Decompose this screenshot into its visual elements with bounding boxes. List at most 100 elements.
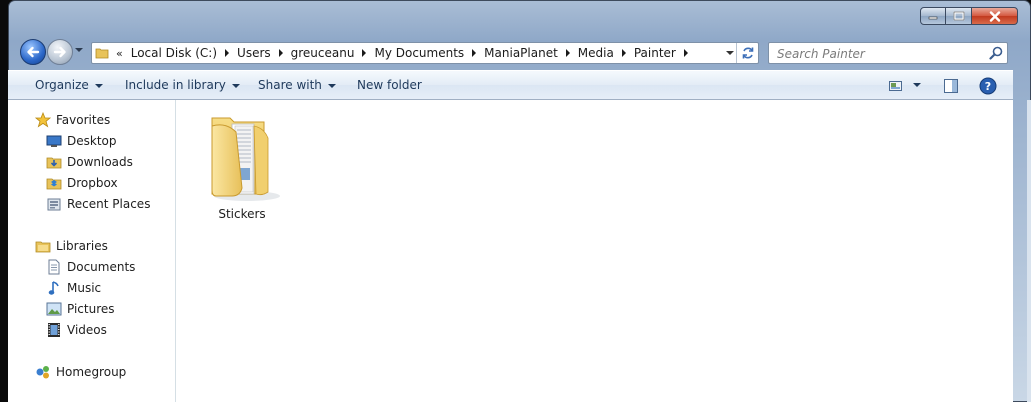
view-dropdown-arrow[interactable] <box>913 83 921 87</box>
sidebar-item-downloads[interactable]: Downloads <box>46 153 133 171</box>
change-view-button[interactable] <box>888 79 904 96</box>
chevron-down-icon <box>231 83 240 88</box>
sidebar-libraries[interactable]: Libraries <box>35 237 108 255</box>
command-bar: Organize Include in library Share with N… <box>8 70 1013 100</box>
breadcrumb-item[interactable]: Local Disk (C:) <box>127 43 233 63</box>
folder-item[interactable]: Stickers <box>194 108 290 221</box>
back-arrow-icon <box>27 46 40 58</box>
sidebar-item-label: Videos <box>67 323 107 337</box>
sidebar-item-label: Music <box>67 281 102 295</box>
sidebar-favorites-label: Favorites <box>56 113 111 127</box>
dropbox-icon <box>46 175 62 191</box>
back-button[interactable] <box>20 39 46 65</box>
minimize-button[interactable] <box>920 7 946 25</box>
refresh-button[interactable] <box>736 43 758 63</box>
documents-icon <box>46 259 62 275</box>
preview-pane-icon <box>944 79 958 93</box>
breadcrumb-arrow-icon[interactable] <box>362 49 367 57</box>
explorer-content: Favorites Desktop Downloads Dropbox Rece… <box>8 100 1013 402</box>
sidebar-item-documents[interactable]: Documents <box>46 258 135 276</box>
breadcrumb-label: My Documents <box>374 46 465 60</box>
new-folder-button[interactable]: New folder <box>357 78 422 92</box>
preview-pane-button[interactable] <box>943 78 959 97</box>
search-input[interactable] <box>775 45 979 63</box>
organize-label: Organize <box>35 78 89 92</box>
help-icon: ? <box>979 77 997 95</box>
breadcrumb-arrow-icon[interactable] <box>565 49 570 57</box>
sidebar-item-label: Documents <box>67 260 136 274</box>
close-icon <box>989 10 1000 22</box>
forward-button[interactable] <box>47 39 73 65</box>
new-folder-label: New folder <box>357 78 422 92</box>
breadcrumb-label: ManiaPlanet <box>484 46 558 60</box>
include-in-library-button[interactable]: Include in library <box>125 78 240 92</box>
address-history-dropdown[interactable] <box>726 51 734 55</box>
sidebar-item-dropbox[interactable]: Dropbox <box>46 174 118 192</box>
close-button[interactable] <box>972 7 1018 25</box>
breadcrumb-label: Painter <box>633 46 676 60</box>
sidebar-item-videos[interactable]: Videos <box>46 321 107 339</box>
breadcrumb-item[interactable]: My Documents <box>370 43 480 63</box>
sidebar-libraries-label: Libraries <box>56 239 108 253</box>
organize-button[interactable]: Organize <box>35 78 103 92</box>
sidebar-homegroup-label: Homegroup <box>56 365 127 379</box>
libraries-icon <box>35 238 51 254</box>
view-options-icon <box>889 81 902 91</box>
desktop-icon <box>46 133 62 149</box>
folder-icon <box>211 117 280 201</box>
breadcrumb-arrow-icon[interactable] <box>683 49 688 57</box>
chevron-down-icon <box>94 83 103 88</box>
sidebar-item-label: Recent Places <box>67 197 151 211</box>
file-list[interactable]: Stickers <box>176 100 1013 402</box>
folder-name: Stickers <box>218 207 266 221</box>
breadcrumb-label: greuceanu <box>290 46 355 60</box>
breadcrumb-arrow-icon[interactable] <box>472 49 477 57</box>
breadcrumb-item[interactable]: greuceanu <box>287 43 371 63</box>
downloads-folder-icon <box>46 154 62 170</box>
maximize-button[interactable] <box>946 7 972 25</box>
sidebar-item-label: Pictures <box>67 302 115 316</box>
maximize-icon <box>953 11 964 21</box>
breadcrumb-label: Users <box>237 46 271 60</box>
music-icon <box>46 280 62 296</box>
window-border-right <box>1027 100 1031 402</box>
breadcrumb-overflow[interactable]: « <box>116 47 123 60</box>
breadcrumb-arrow-icon[interactable] <box>278 49 283 57</box>
navigation-bar: « Local Disk (C:) Users greuceanu My Doc… <box>9 37 1030 67</box>
include-in-library-label: Include in library <box>125 78 226 92</box>
sidebar-favorites[interactable]: Favorites <box>35 111 110 129</box>
breadcrumb-arrow-icon[interactable] <box>621 49 626 57</box>
search-icon[interactable] <box>989 46 1003 60</box>
share-with-button[interactable]: Share with <box>258 78 336 92</box>
chevron-down-icon <box>327 83 336 88</box>
star-icon <box>35 112 51 128</box>
breadcrumb-arrow-icon[interactable] <box>225 49 230 57</box>
forward-arrow-icon <box>53 46 66 58</box>
back-forward-group <box>19 37 83 67</box>
sidebar-homegroup[interactable]: Homegroup <box>35 363 126 381</box>
recent-places-icon <box>46 196 62 212</box>
share-with-label: Share with <box>258 78 322 92</box>
recent-pages-dropdown[interactable] <box>75 48 83 52</box>
breadcrumb-item[interactable]: Media <box>574 43 630 63</box>
homegroup-icon <box>35 364 51 380</box>
sidebar-item-recent-places[interactable]: Recent Places <box>46 195 150 213</box>
folder-icon <box>95 48 109 59</box>
address-bar[interactable]: « Local Disk (C:) Users greuceanu My Doc… <box>91 42 759 64</box>
navigation-pane[interactable]: Favorites Desktop Downloads Dropbox Rece… <box>8 100 176 402</box>
breadcrumb-item[interactable]: ManiaPlanet <box>480 43 574 63</box>
refresh-icon <box>742 47 753 59</box>
minimize-icon <box>928 16 938 20</box>
sidebar-item-pictures[interactable]: Pictures <box>46 300 115 318</box>
breadcrumb-item[interactable]: Users <box>233 43 287 63</box>
breadcrumb-label: Local Disk (C:) <box>130 46 218 60</box>
videos-icon <box>46 322 62 338</box>
sidebar-item-label: Desktop <box>67 134 117 148</box>
breadcrumb-item[interactable]: Painter <box>630 43 692 63</box>
help-button[interactable]: ? <box>979 77 997 98</box>
breadcrumb-label: Media <box>577 46 614 60</box>
search-box[interactable] <box>768 42 1008 64</box>
pictures-icon <box>46 301 62 317</box>
sidebar-item-desktop[interactable]: Desktop <box>46 132 117 150</box>
sidebar-item-music[interactable]: Music <box>46 279 101 297</box>
